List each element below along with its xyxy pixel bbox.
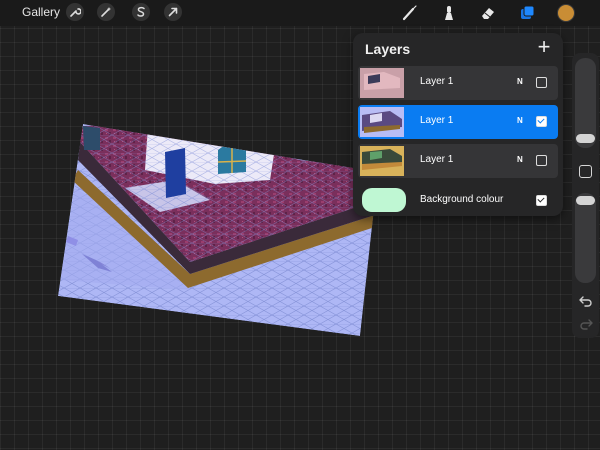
transform-arrow-icon[interactable]: [164, 3, 182, 21]
add-layer-button[interactable]: +: [533, 34, 555, 59]
modify-button[interactable]: [579, 165, 592, 178]
right-sidebar: [572, 53, 599, 338]
undo-icon[interactable]: [577, 295, 594, 309]
layers-panel: Layers + Layer 1 N Layer 1 N Layer 1 N B…: [353, 33, 563, 216]
top-toolbar: Gallery: [0, 0, 600, 26]
color-swatch[interactable]: [557, 4, 575, 22]
plus-icon: +: [537, 34, 551, 59]
gallery-button[interactable]: Gallery: [22, 5, 60, 19]
smudge-icon[interactable]: [438, 3, 460, 23]
layer-name: Layer 1: [420, 154, 454, 165]
selection-s-icon[interactable]: [132, 3, 150, 21]
blend-mode-button[interactable]: N: [517, 77, 523, 86]
layer-visibility-checkbox[interactable]: [536, 116, 547, 127]
layer-visibility-checkbox[interactable]: [536, 155, 547, 166]
artwork: [58, 124, 378, 336]
blend-mode-button[interactable]: N: [517, 116, 523, 125]
redo-icon[interactable]: [577, 318, 594, 332]
layer-row-2[interactable]: Layer 1 N: [358, 105, 558, 139]
brush-size-slider[interactable]: [575, 58, 596, 148]
background-visibility-checkbox[interactable]: [536, 195, 547, 206]
opacity-slider[interactable]: [575, 193, 596, 283]
background-colour-swatch[interactable]: [362, 188, 406, 212]
layer-row-1[interactable]: Layer 1 N: [358, 66, 558, 100]
layer-thumbnail: [360, 146, 404, 176]
brush-icon[interactable]: [399, 3, 421, 23]
brush-size-handle[interactable]: [576, 134, 595, 143]
layer-name: Layer 1: [420, 76, 454, 87]
magic-wand-icon[interactable]: [97, 3, 115, 21]
layer-row-3[interactable]: Layer 1 N: [358, 144, 558, 178]
opacity-handle[interactable]: [576, 196, 595, 205]
layer-name: Layer 1: [420, 115, 454, 126]
blend-mode-button[interactable]: N: [517, 155, 523, 164]
background-colour-label: Background colour: [420, 194, 504, 205]
layer-thumbnail: [360, 68, 404, 98]
eraser-icon[interactable]: [477, 3, 499, 23]
layer-visibility-checkbox[interactable]: [536, 77, 547, 88]
background-colour-row[interactable]: Background colour: [358, 185, 558, 215]
wrench-icon[interactable]: [66, 3, 84, 21]
layers-panel-title: Layers: [365, 41, 411, 57]
layer-thumbnail: [360, 107, 404, 137]
layers-icon[interactable]: [516, 3, 538, 23]
